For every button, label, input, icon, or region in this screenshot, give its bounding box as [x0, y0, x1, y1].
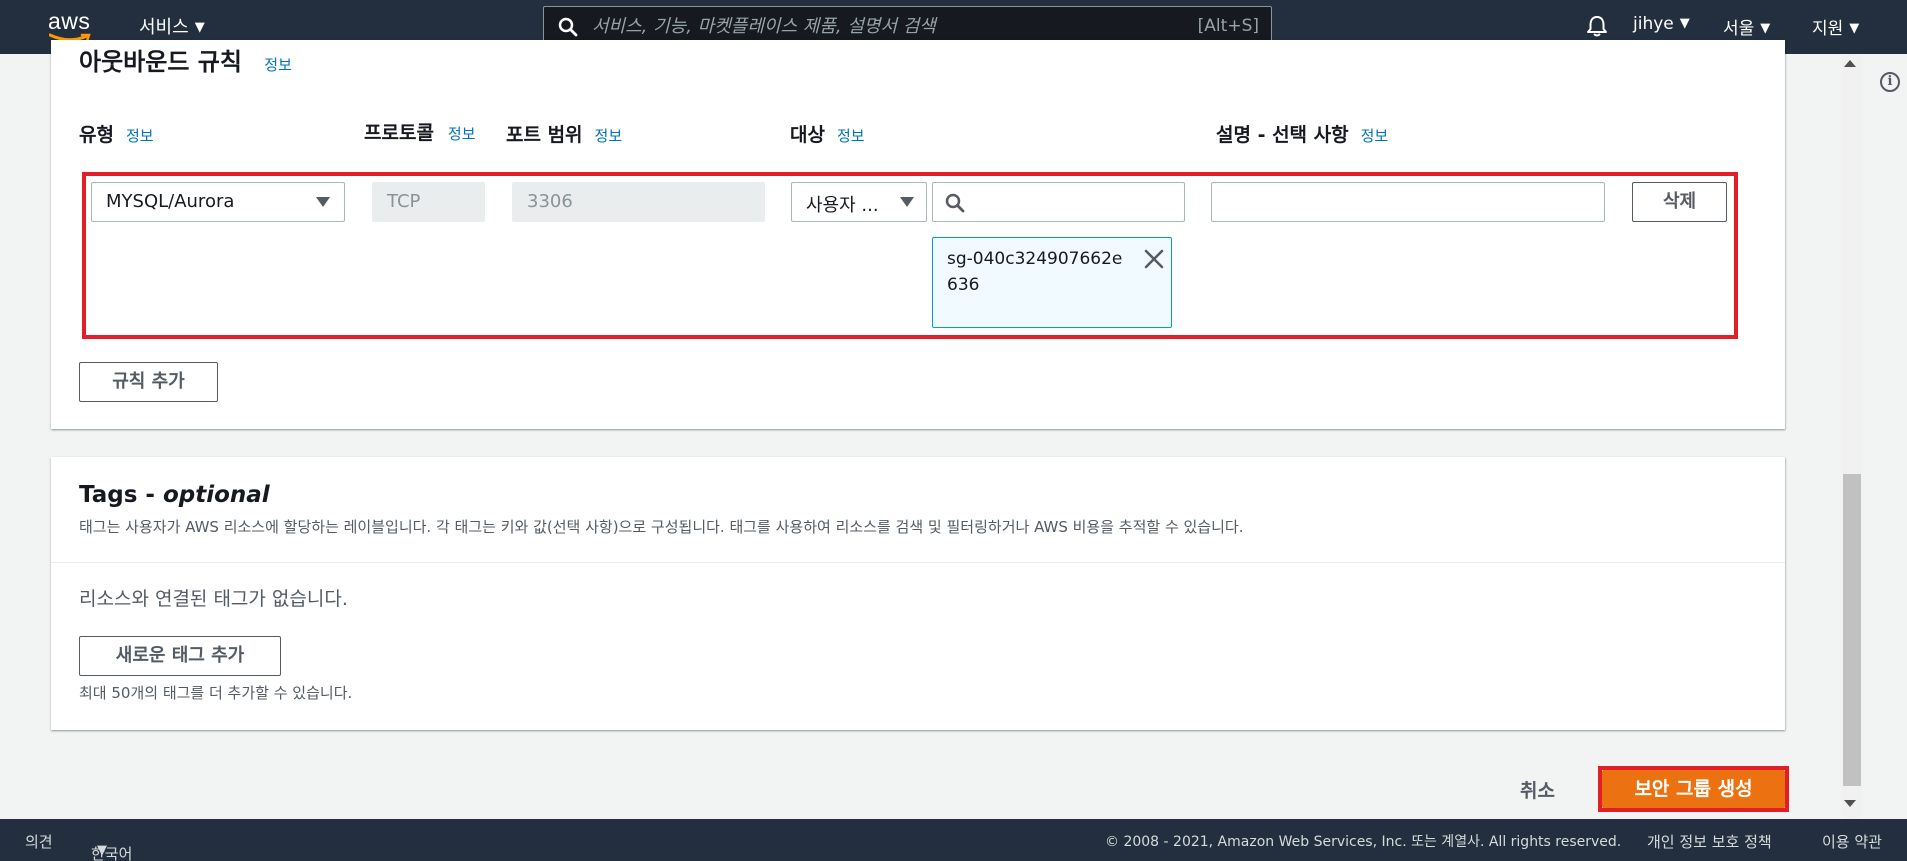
scroll-down-arrow-icon[interactable]	[1844, 800, 1856, 807]
add-tag-button[interactable]: 새로운 태그 추가	[79, 636, 281, 676]
scroll-up-arrow-icon[interactable]	[1844, 60, 1856, 67]
search-icon	[945, 193, 965, 213]
search-icon	[558, 17, 578, 37]
rule-type-select[interactable]: MYSQL/Aurora	[91, 182, 345, 222]
aws-logo-text: aws	[48, 8, 91, 34]
feedback-link[interactable]: 의견	[25, 831, 53, 852]
caret-down-icon: ▼	[1849, 21, 1860, 36]
terms-link[interactable]: 이용 약관	[1822, 831, 1882, 852]
protocol-value: TCP	[387, 191, 421, 212]
cancel-button[interactable]: 취소	[1520, 776, 1555, 803]
support-label: 지원	[1812, 19, 1844, 39]
outbound-rules-title-text: 아웃바운드 규칙	[79, 48, 242, 76]
page-footer: 의견 한국어 ▼ © 2008 - 2021, Amazon Web Servic…	[0, 819, 1907, 861]
port-range-field: 3306	[512, 182, 765, 222]
info-link[interactable]: 정보	[1361, 127, 1389, 145]
column-header-port-range: 포트 범위 정보	[506, 120, 622, 147]
services-label: 서비스	[139, 17, 189, 38]
outbound-rules-title: 아웃바운드 규칙 정보	[79, 42, 292, 77]
selected-security-group-token: sg-040c324907662e636	[932, 237, 1172, 328]
scrollbar-thumb[interactable]	[1843, 474, 1861, 786]
caret-down-icon: ▼	[1760, 21, 1771, 36]
delete-rule-button[interactable]: 삭제	[1632, 182, 1727, 222]
protocol-field: TCP	[372, 182, 485, 222]
user-menu[interactable]: jihye ▼	[1633, 14, 1690, 34]
column-header-destination: 대상 정보	[790, 120, 865, 147]
services-menu[interactable]: 서비스 ▼	[139, 13, 205, 39]
column-header-destination-label: 대상	[790, 124, 825, 146]
info-link[interactable]: 정보	[595, 127, 623, 145]
column-header-description-label: 설명 - 선택 사항	[1216, 124, 1349, 146]
user-label: jihye	[1633, 14, 1674, 34]
info-link[interactable]: 정보	[448, 125, 476, 143]
dropdown-caret-icon	[316, 197, 330, 207]
support-menu[interactable]: 지원 ▼	[1812, 14, 1859, 39]
tags-limit-text: 최대 50개의 태그를 더 추가할 수 있습니다.	[79, 684, 353, 702]
create-security-group-button[interactable]: 보안 그룹 생성	[1602, 770, 1785, 808]
destination-search[interactable]	[932, 182, 1185, 222]
destination-type-value: 사용자 ...	[806, 195, 879, 216]
privacy-policy-link[interactable]: 개인 정보 보호 정책	[1647, 831, 1772, 852]
aws-logo[interactable]: aws	[48, 8, 94, 44]
global-search-input[interactable]	[592, 10, 1192, 42]
column-header-protocol-label: 프로토콜	[364, 122, 434, 144]
tags-description: 태그는 사용자가 AWS 리소스에 할당하는 레이블입니다. 각 태그는 키와 …	[79, 518, 1244, 536]
tags-title: Tags - optional	[79, 482, 270, 508]
copyright-text: © 2008 - 2021, Amazon Web Services, Inc.…	[1105, 834, 1622, 850]
column-header-protocol: 프로토콜 정보	[364, 120, 484, 147]
tags-title-prefix: Tags -	[79, 482, 163, 508]
description-field[interactable]	[1211, 182, 1605, 222]
add-rule-button[interactable]: 규칙 추가	[79, 362, 218, 402]
info-link[interactable]: 정보	[837, 127, 865, 145]
tags-title-optional: optional	[162, 482, 270, 508]
tags-divider	[51, 562, 1785, 563]
region-menu[interactable]: 서울 ▼	[1723, 14, 1770, 39]
region-label: 서울	[1723, 19, 1755, 39]
caret-down-icon: ▼	[194, 20, 205, 35]
dropdown-caret-icon	[900, 197, 914, 207]
caret-down-icon: ▼	[97, 843, 107, 858]
column-header-port-range-label: 포트 범위	[506, 124, 583, 146]
description-input[interactable]	[1212, 183, 1604, 221]
rule-type-value: MYSQL/Aurora	[106, 191, 235, 212]
port-range-value: 3306	[527, 191, 573, 212]
column-header-type-label: 유형	[79, 124, 114, 146]
info-link[interactable]: 정보	[126, 127, 154, 145]
close-icon[interactable]	[1143, 248, 1165, 270]
info-panel-icon[interactable]: i	[1880, 72, 1900, 92]
selected-security-group-id: sg-040c324907662e636	[947, 249, 1123, 295]
caret-down-icon: ▼	[1679, 16, 1690, 31]
notifications-bell-icon[interactable]	[1586, 14, 1608, 42]
column-header-description: 설명 - 선택 사항 정보	[1216, 120, 1388, 147]
destination-type-select[interactable]: 사용자 ...	[791, 182, 927, 222]
destination-search-input[interactable]	[933, 183, 1184, 221]
info-link[interactable]: 정보	[264, 56, 292, 74]
no-tags-message: 리소스와 연결된 태그가 없습니다.	[79, 588, 348, 610]
search-shortcut: [Alt+S]	[1197, 16, 1259, 36]
column-header-type: 유형 정보	[79, 120, 154, 147]
